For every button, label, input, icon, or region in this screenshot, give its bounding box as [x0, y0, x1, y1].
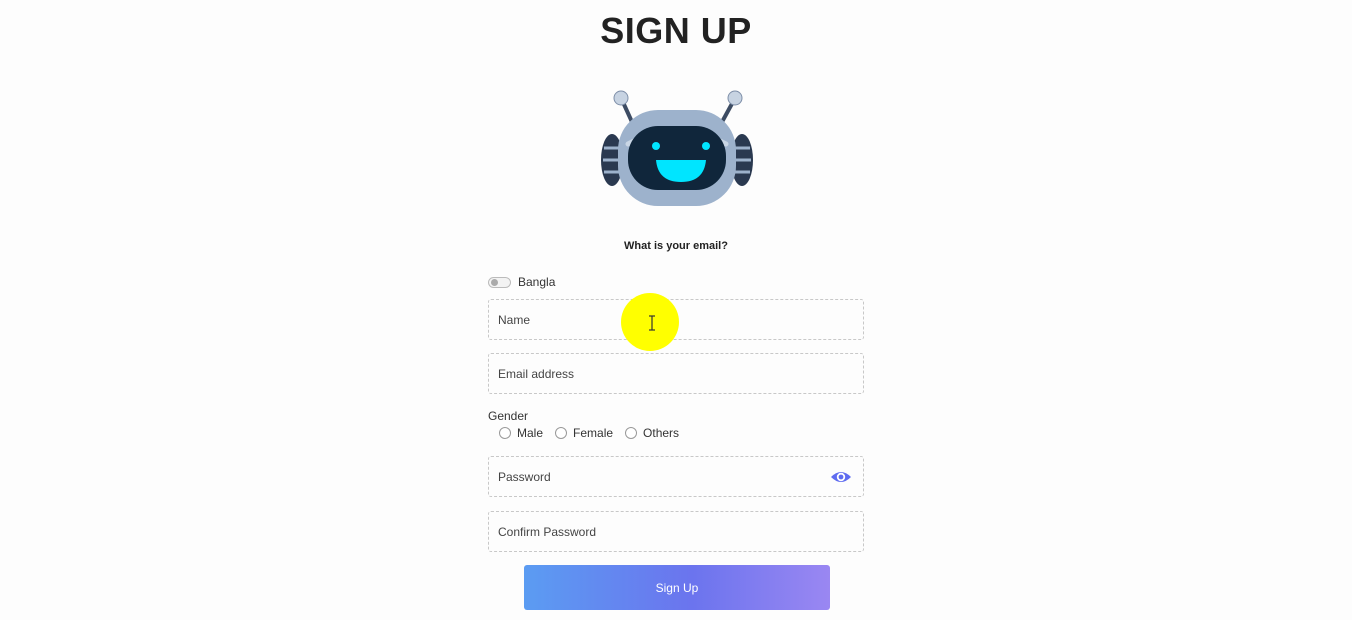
language-toggle-row: Bangla: [488, 275, 555, 289]
radio-circle[interactable]: [625, 427, 638, 439]
gender-option-others[interactable]: Others: [625, 426, 679, 440]
eye-icon[interactable]: [830, 468, 852, 486]
confirm-password-field: [488, 511, 864, 552]
prompt-text: What is your email?: [624, 240, 728, 252]
password-field: [488, 456, 864, 497]
email-field: [488, 353, 864, 394]
toggle-knob: [491, 278, 498, 286]
robot-mascot-icon: [601, 90, 753, 206]
password-input[interactable]: [489, 457, 828, 496]
gender-radio-group: Male Female Others: [499, 426, 691, 440]
sign-up-button[interactable]: Sign Up: [524, 565, 830, 610]
confirm-password-input[interactable]: [489, 512, 828, 551]
gender-label: Gender: [488, 409, 529, 423]
gender-option-female[interactable]: Female: [555, 426, 613, 440]
gender-option-label: Female: [573, 426, 614, 440]
page-title: SIGN UP: [600, 10, 752, 51]
radio-circle[interactable]: [499, 427, 511, 439]
gender-option-label: Male: [517, 426, 544, 440]
email-input[interactable]: [489, 354, 828, 393]
name-input[interactable]: [489, 300, 828, 339]
language-toggle-label: Bangla: [518, 275, 556, 289]
gender-option-label: Others: [643, 426, 680, 440]
radio-circle[interactable]: [555, 427, 568, 439]
name-field: [488, 299, 864, 340]
language-toggle-switch[interactable]: [488, 276, 511, 288]
gender-option-male[interactable]: Male: [499, 426, 543, 440]
